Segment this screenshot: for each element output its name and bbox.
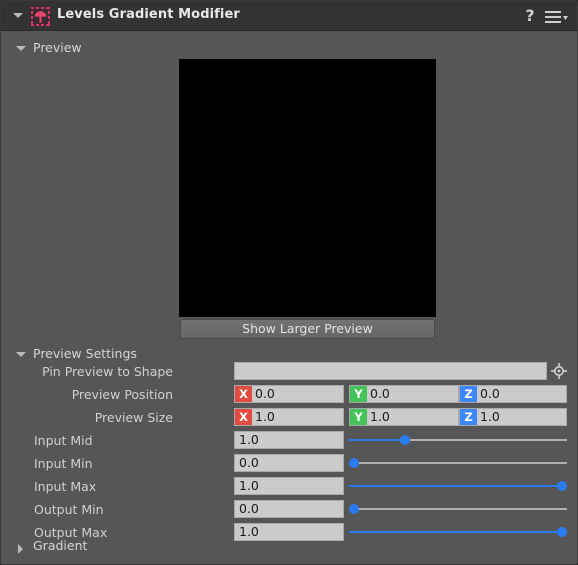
preview-position-x-field[interactable]: X 0.0	[234, 385, 344, 403]
hamburger-menu-icon[interactable]	[545, 9, 569, 23]
preview-position-y-value: 0.0	[370, 386, 390, 401]
pin-preview-to-shape-input[interactable]	[234, 362, 547, 380]
output-max-slider[interactable]	[349, 523, 567, 541]
slider-fill	[349, 531, 562, 533]
section-label-preview: Preview	[33, 40, 82, 55]
row-pin-preview-to-shape: Pin Preview to Shape	[1, 362, 577, 383]
input-mid-slider[interactable]	[349, 431, 567, 449]
preview-size-y-value: 1.0	[370, 409, 390, 424]
slider-knob[interactable]	[557, 481, 567, 491]
parameter-panel: Levels Gradient Modifier ? Preview Show …	[0, 0, 578, 565]
row-preview-position: Preview Position X 0.0 Y 0.0 Z 0.0	[1, 385, 577, 406]
row-input-mid: Input Mid 1.0	[1, 431, 577, 452]
slider-fill	[349, 439, 405, 441]
panel-content: Preview Show Larger Preview Preview Sett…	[1, 31, 577, 564]
axis-tag-z: Z	[460, 409, 477, 425]
row-output-max: Output Max 1.0	[1, 523, 577, 544]
axis-tag-z: Z	[460, 386, 477, 402]
output-min-field[interactable]: 0.0	[234, 500, 344, 518]
label-preview-size: Preview Size	[94, 410, 173, 425]
slider-knob[interactable]	[400, 435, 410, 445]
preview-size-x-value: 1.0	[255, 409, 275, 424]
axis-tag-y: Y	[350, 409, 367, 425]
label-pin-preview-to-shape: Pin Preview to Shape	[42, 364, 173, 379]
preview-size-z-value: 1.0	[480, 409, 500, 424]
input-max-field[interactable]: 1.0	[234, 477, 344, 495]
preview-size-x-field[interactable]: X 1.0	[234, 408, 344, 426]
panel-collapse-triangle-down-icon[interactable]	[13, 13, 23, 18]
axis-tag-y: Y	[350, 386, 367, 402]
preview-size-z-field[interactable]: Z 1.0	[459, 408, 567, 426]
label-output-min: Output Min	[34, 502, 104, 517]
preview-image	[179, 59, 436, 317]
slider-fill	[349, 485, 562, 487]
output-max-field[interactable]: 1.0	[234, 523, 344, 541]
input-min-slider[interactable]	[349, 454, 567, 472]
panel-title: Levels Gradient Modifier	[57, 7, 240, 22]
input-mid-field[interactable]: 1.0	[234, 431, 344, 449]
crosshair-target-icon[interactable]	[551, 363, 567, 379]
label-input-min: Input Min	[34, 456, 93, 471]
preview-triangle-down-icon[interactable]	[16, 46, 26, 51]
row-input-max: Input Max 1.0	[1, 477, 577, 498]
output-min-slider[interactable]	[349, 500, 567, 518]
row-input-min: Input Min 0.0	[1, 454, 577, 475]
preview-settings-triangle-down-icon[interactable]	[16, 352, 26, 357]
section-label-preview-settings: Preview Settings	[33, 346, 137, 361]
slider-knob[interactable]	[557, 527, 567, 537]
help-icon[interactable]: ?	[522, 6, 538, 26]
axis-tag-x: X	[235, 386, 252, 402]
preview-size-y-field[interactable]: Y 1.0	[349, 408, 459, 426]
slider-knob[interactable]	[349, 458, 359, 468]
row-output-min: Output Min 0.0	[1, 500, 577, 521]
label-input-max: Input Max	[34, 479, 97, 494]
axis-tag-x: X	[235, 409, 252, 425]
slider-track	[349, 462, 567, 464]
slider-track	[349, 508, 567, 510]
input-min-field[interactable]: 0.0	[234, 454, 344, 472]
panel-titlebar: Levels Gradient Modifier ?	[1, 1, 577, 31]
input-max-slider[interactable]	[349, 477, 567, 495]
preview-position-z-value: 0.0	[480, 386, 500, 401]
row-preview-size: Preview Size X 1.0 Y 1.0 Z 1.0	[1, 408, 577, 429]
label-preview-position: Preview Position	[71, 387, 173, 402]
label-input-mid: Input Mid	[34, 433, 93, 448]
preview-position-z-field[interactable]: Z 0.0	[459, 385, 567, 403]
preview-position-x-value: 0.0	[255, 386, 275, 401]
gradient-triangle-right-icon[interactable]	[18, 544, 23, 554]
section-label-gradient: Gradient	[33, 538, 88, 553]
slider-knob[interactable]	[349, 504, 359, 514]
show-larger-preview-button[interactable]: Show Larger Preview	[180, 319, 435, 339]
gradient-modifier-node-icon	[30, 6, 51, 27]
preview-position-y-field[interactable]: Y 0.0	[349, 385, 459, 403]
